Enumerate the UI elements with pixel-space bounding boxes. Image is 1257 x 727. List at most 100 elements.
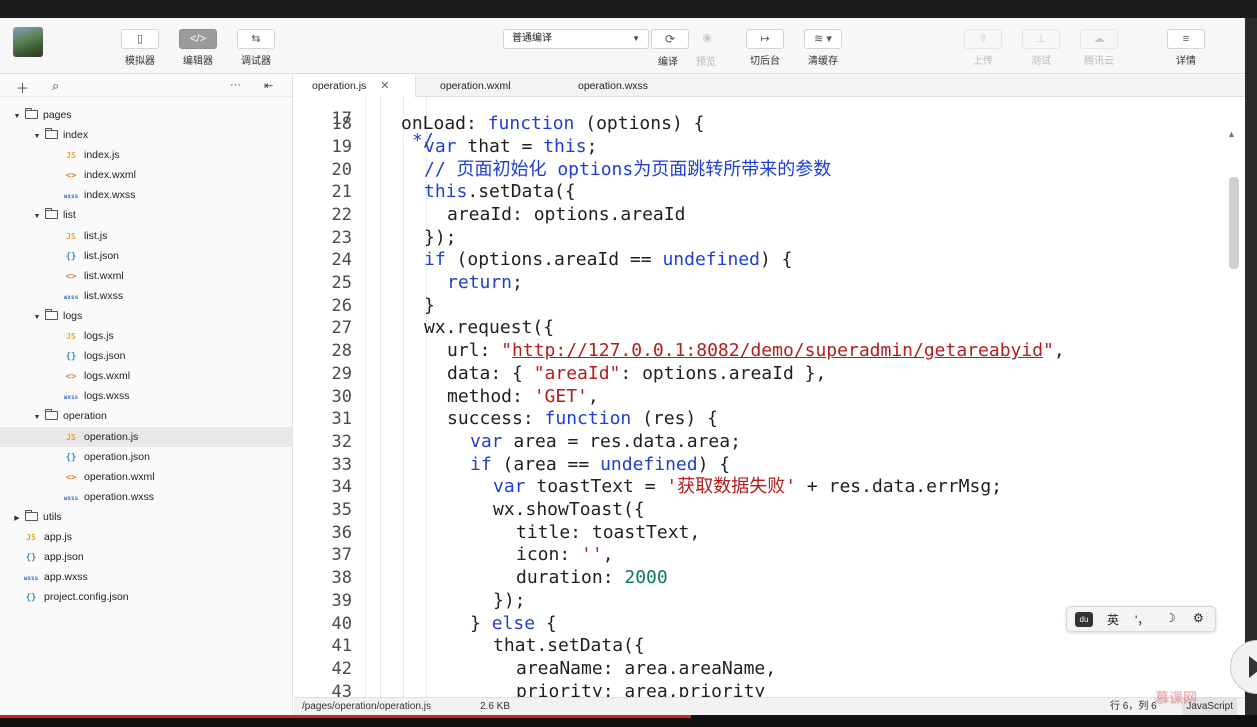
details-button[interactable]: ≡ 详情 [1166,29,1206,69]
tree-item-label: operation.wxml [84,470,155,483]
layers-icon: ≋ ▾ [804,29,842,49]
punctuation-toggle[interactable]: '， [1135,611,1149,628]
debugger-button[interactable]: ⇆ 调试器 [236,29,276,69]
token-plain: url: [447,340,502,362]
moon-icon[interactable]: ☽ [1165,611,1176,625]
folder-list[interactable]: ▼ list [0,205,292,225]
token-kw: if [424,249,446,271]
file-item[interactable]: {} list.json [0,246,292,266]
compile-mode-value: 普通编译 [512,33,552,44]
code-text: var that = this; [424,136,597,159]
chevron-up-icon[interactable]: ▲ [1227,129,1236,139]
line-number: 42 [331,658,352,679]
tree-item-label: logs.wxml [84,370,131,383]
close-icon[interactable]: ✕ [380,80,389,92]
code-text: } else { [470,613,557,636]
user-avatar[interactable] [13,27,43,57]
compile-mode-select[interactable]: 普通编译 ▼ [503,29,649,49]
file-item[interactable]: <> list.wxml [0,266,292,286]
folder-operation[interactable]: ▼ operation [0,406,292,426]
line-number: 19 [331,136,352,157]
tree-item-label: app.json [44,551,84,564]
caret-down-icon[interactable]: ▼ [32,127,42,147]
file-item[interactable]: JS list.js [0,226,292,246]
folder-index[interactable]: ▼ index [0,125,292,145]
token-plain: } [424,294,435,316]
eye-icon: ◉ [702,32,712,44]
file-item[interactable]: <> operation.wxml [0,467,292,487]
tab-operation-wxml[interactable]: operation.wxml [440,75,511,97]
cloud-icon: ☁ [1080,29,1118,49]
folder-utils[interactable]: ▶ utils [0,507,292,527]
code-line: 24 if (options.areaId == undefined) { [294,249,1245,272]
editor-tabs: operation.js ✕ operation.wxml operation.w… [294,75,1245,98]
file-item[interactable]: JS operation.js [0,426,292,447]
line-number: 43 [331,681,352,697]
caret-down-icon[interactable]: ▼ [12,107,22,127]
file-item[interactable]: {} app.json [0,547,292,567]
code-text: wx.request({ [424,317,554,340]
folder-logs[interactable]: ▼ logs [0,306,292,326]
code-line: 28 url: "http://127.0.0.1:8082/demo/super… [294,340,1245,363]
token-plain: title: toastText, [516,521,701,543]
input-method-toolbar[interactable]: du 英 '， ☽ ⚙ [1066,606,1216,632]
line-number: 40 [331,613,352,634]
file-item[interactable]: <> logs.wxml [0,366,292,386]
search-icon[interactable]: ⌕ [52,78,59,94]
tab-operation-js[interactable]: operation.js ✕ [294,75,416,98]
code-text: return; [447,272,523,295]
upload-label: 上传 [973,56,993,67]
caret-down-icon[interactable]: ▼ [32,408,42,428]
video-progress-bar[interactable] [0,715,1257,727]
json-file-icon: {} [65,251,77,262]
clear-cache-button[interactable]: ≋ ▾ 清缓存 [803,29,843,69]
vertical-scrollbar[interactable] [1229,177,1239,269]
token-plain: , [1053,340,1065,362]
folder-pages[interactable]: ▼ pages [0,105,292,125]
file-path: /pages/operation/operation.js [302,701,431,712]
line-number: 25 [331,273,352,294]
token-kw: else [491,612,536,634]
simulator-button[interactable]: ▯ 模拟器 [120,29,160,69]
editor-button[interactable]: </> 编辑器 [178,29,218,69]
file-item[interactable]: {} logs.json [0,346,292,366]
code-text: icon: '', [516,544,614,567]
code-text: } [424,295,435,318]
token-kw: if [470,453,492,475]
file-item[interactable]: {} project.config.json [0,587,292,607]
file-item[interactable]: JS logs.js [0,326,292,346]
collapse-panel-icon[interactable]: ⇤ [264,79,273,92]
compile-button[interactable]: ⟳ [651,29,689,49]
caret-right-icon[interactable]: ▶ [12,509,22,529]
more-icon[interactable]: ··· [230,79,241,91]
code-line: 41 that.setData({ [294,635,1245,658]
file-item[interactable]: JS app.js [0,527,292,547]
file-item[interactable]: wxss index.wxss [0,185,292,205]
code-text: method: 'GET', [447,386,599,409]
file-item[interactable]: JS index.js [0,145,292,165]
gear-icon[interactable]: ⚙ [1193,611,1204,625]
caret-down-icon[interactable]: ▼ [32,207,42,227]
file-item[interactable]: {} operation.json [0,447,292,467]
folder-icon [25,108,38,119]
background-button[interactable]: ↦ 切后台 [745,29,785,69]
file-item[interactable]: wxss list.wxss [0,286,292,306]
preview-label: 预览 [696,57,716,68]
add-icon[interactable]: ＋ [16,78,29,97]
tree-item-label: operation [63,410,107,423]
line-number: 36 [331,522,352,543]
file-item[interactable]: wxss logs.wxss [0,386,292,406]
debugger-label: 调试器 [241,56,271,67]
caret-down-icon[interactable]: ▼ [32,308,42,328]
code-line: 23}); [294,227,1245,250]
file-item[interactable]: wxss operation.wxss [0,487,292,507]
tab-operation-wxss[interactable]: operation.wxss [578,75,648,97]
tree-item-label: app.wxss [44,571,88,584]
tree-item-label: index.js [84,149,120,162]
file-item[interactable]: wxss app.wxss [0,567,292,587]
file-item[interactable]: <> index.wxml [0,165,292,185]
token-plain: method: [447,385,534,407]
language-toggle[interactable]: 英 [1107,611,1119,628]
token-kw: var [493,476,526,498]
code-line: 32 var area = res.data.area; [294,431,1245,454]
